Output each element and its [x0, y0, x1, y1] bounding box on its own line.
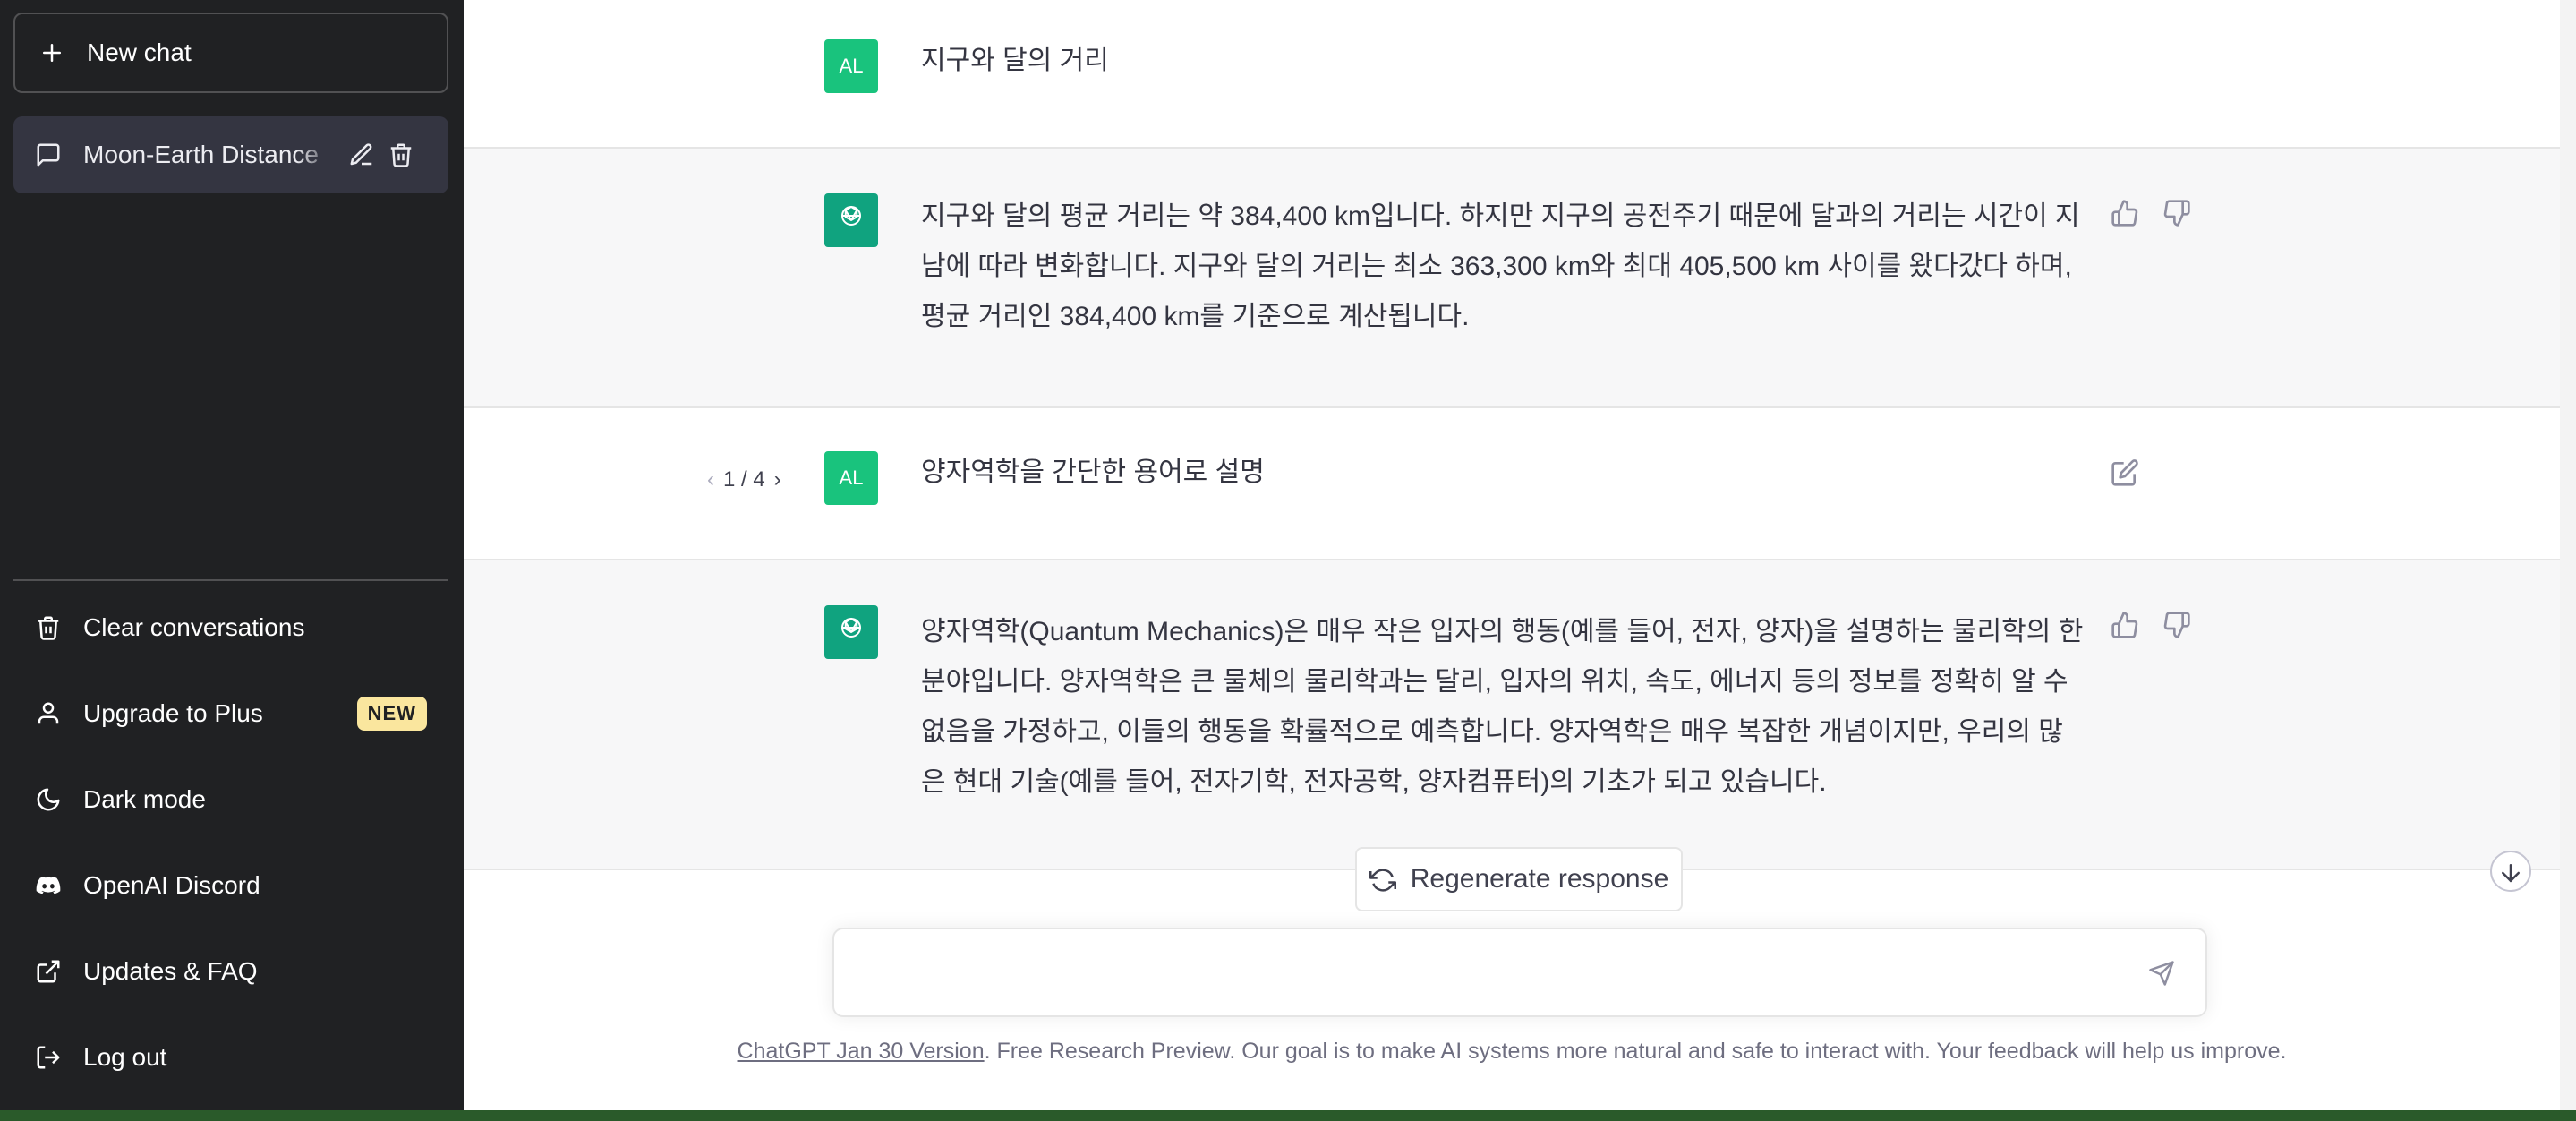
user-avatar: AL	[824, 451, 878, 505]
scrollbar[interactable]	[2560, 0, 2576, 1110]
chat-bubble-icon	[35, 141, 62, 168]
send-icon[interactable]	[2148, 960, 2179, 990]
trash-icon	[35, 614, 62, 641]
regenerate-response-button[interactable]: Regenerate response	[1355, 847, 1683, 911]
history-item-actions	[348, 141, 414, 168]
message-row-user: ‹ 1 / 4 › AL 양자역학을 간단한 용어로 설명	[464, 408, 2560, 560]
chevron-left-icon[interactable]: ‹	[707, 467, 714, 492]
upgrade-to-plus-button[interactable]: Upgrade to Plus NEW	[13, 678, 448, 749]
openai-logo-icon	[838, 202, 865, 238]
assistant-message-text: 양자역학(Quantum Mechanics)은 매우 작은 입자의 행동(예를…	[921, 617, 2084, 797]
new-chat-button[interactable]: New chat	[13, 13, 448, 93]
footer-text: . Free Research Preview. Our goal is to …	[984, 1039, 2287, 1064]
pager-label: 1 / 4	[723, 467, 765, 492]
conversation-area: AL 지구와 달의 거리 지구와 달의 평균 거리는 약 384,400 km입…	[464, 0, 2560, 1110]
edit-icon[interactable]	[2111, 458, 2139, 487]
version-link[interactable]: ChatGPT Jan 30 Version	[738, 1039, 985, 1064]
dark-mode-label: Dark mode	[83, 785, 206, 813]
sidebar-divider	[13, 579, 448, 581]
plus-icon	[38, 39, 65, 66]
user-icon	[35, 700, 62, 727]
clear-conversations-button[interactable]: Clear conversations	[13, 592, 448, 663]
regenerate-response-label: Regenerate response	[1410, 864, 1669, 894]
openai-logo-icon	[838, 614, 865, 650]
upgrade-to-plus-label: Upgrade to Plus	[83, 699, 263, 727]
clear-conversations-label: Clear conversations	[83, 613, 305, 641]
pencil-icon[interactable]	[348, 141, 375, 168]
message-row-user: AL 지구와 달의 거리	[464, 0, 2560, 149]
thumbs-up-icon[interactable]	[2111, 611, 2139, 639]
moon-icon	[35, 786, 62, 813]
thumbs-down-icon[interactable]	[2162, 199, 2191, 227]
log-out-icon	[35, 1044, 62, 1071]
log-out-button[interactable]: Log out	[13, 1022, 448, 1093]
assistant-message-text: 지구와 달의 평균 거리는 약 384,400 km입니다. 하지만 지구의 공…	[921, 201, 2080, 331]
trash-icon[interactable]	[388, 141, 414, 168]
assistant-avatar	[824, 193, 878, 247]
user-avatar: AL	[824, 39, 878, 93]
message-row-assistant: 양자역학(Quantum Mechanics)은 매우 작은 입자의 행동(예를…	[464, 560, 2560, 870]
openai-discord-label: OpenAI Discord	[83, 871, 260, 899]
prompt-input-box	[832, 928, 2207, 1017]
feedback-actions	[2111, 199, 2191, 227]
chevron-right-icon[interactable]: ›	[774, 467, 781, 492]
updates-faq-label: Updates & FAQ	[83, 957, 258, 985]
thumbs-down-icon[interactable]	[2162, 611, 2191, 639]
footer-disclaimer: ChatGPT Jan 30 Version. Free Research Pr…	[464, 1039, 2560, 1065]
openai-discord-link[interactable]: OpenAI Discord	[13, 850, 448, 921]
feedback-actions	[2111, 611, 2191, 639]
thumbs-up-icon[interactable]	[2111, 199, 2139, 227]
response-pager: ‹ 1 / 4 ›	[707, 467, 781, 492]
dark-mode-button[interactable]: Dark mode	[13, 764, 448, 835]
external-link-icon	[35, 958, 62, 985]
discord-icon	[35, 872, 62, 899]
arrow-down-icon	[2497, 860, 2524, 883]
updates-faq-link[interactable]: Updates & FAQ	[13, 936, 448, 1007]
refresh-icon	[1369, 867, 1396, 892]
history-item-label: Moon-Earth Distance	[83, 141, 320, 168]
sidebar: New chat Moon-Earth Distance Clear conve…	[0, 0, 464, 1110]
scroll-to-bottom-button[interactable]	[2490, 851, 2531, 892]
assistant-avatar	[824, 605, 878, 659]
history-item-moon-earth-distance[interactable]: Moon-Earth Distance	[13, 116, 448, 193]
message-row-assistant: 지구와 달의 평균 거리는 약 384,400 km입니다. 하지만 지구의 공…	[464, 149, 2560, 408]
new-badge: NEW	[356, 697, 427, 731]
window-bottom-edge	[0, 1110, 2576, 1121]
user-message-text: 양자역학을 간단한 용어로 설명	[921, 458, 1265, 487]
log-out-label: Log out	[83, 1043, 167, 1071]
prompt-input[interactable]	[861, 956, 2114, 992]
new-chat-label: New chat	[87, 39, 192, 66]
user-message-text: 지구와 달의 거리	[921, 46, 1109, 75]
